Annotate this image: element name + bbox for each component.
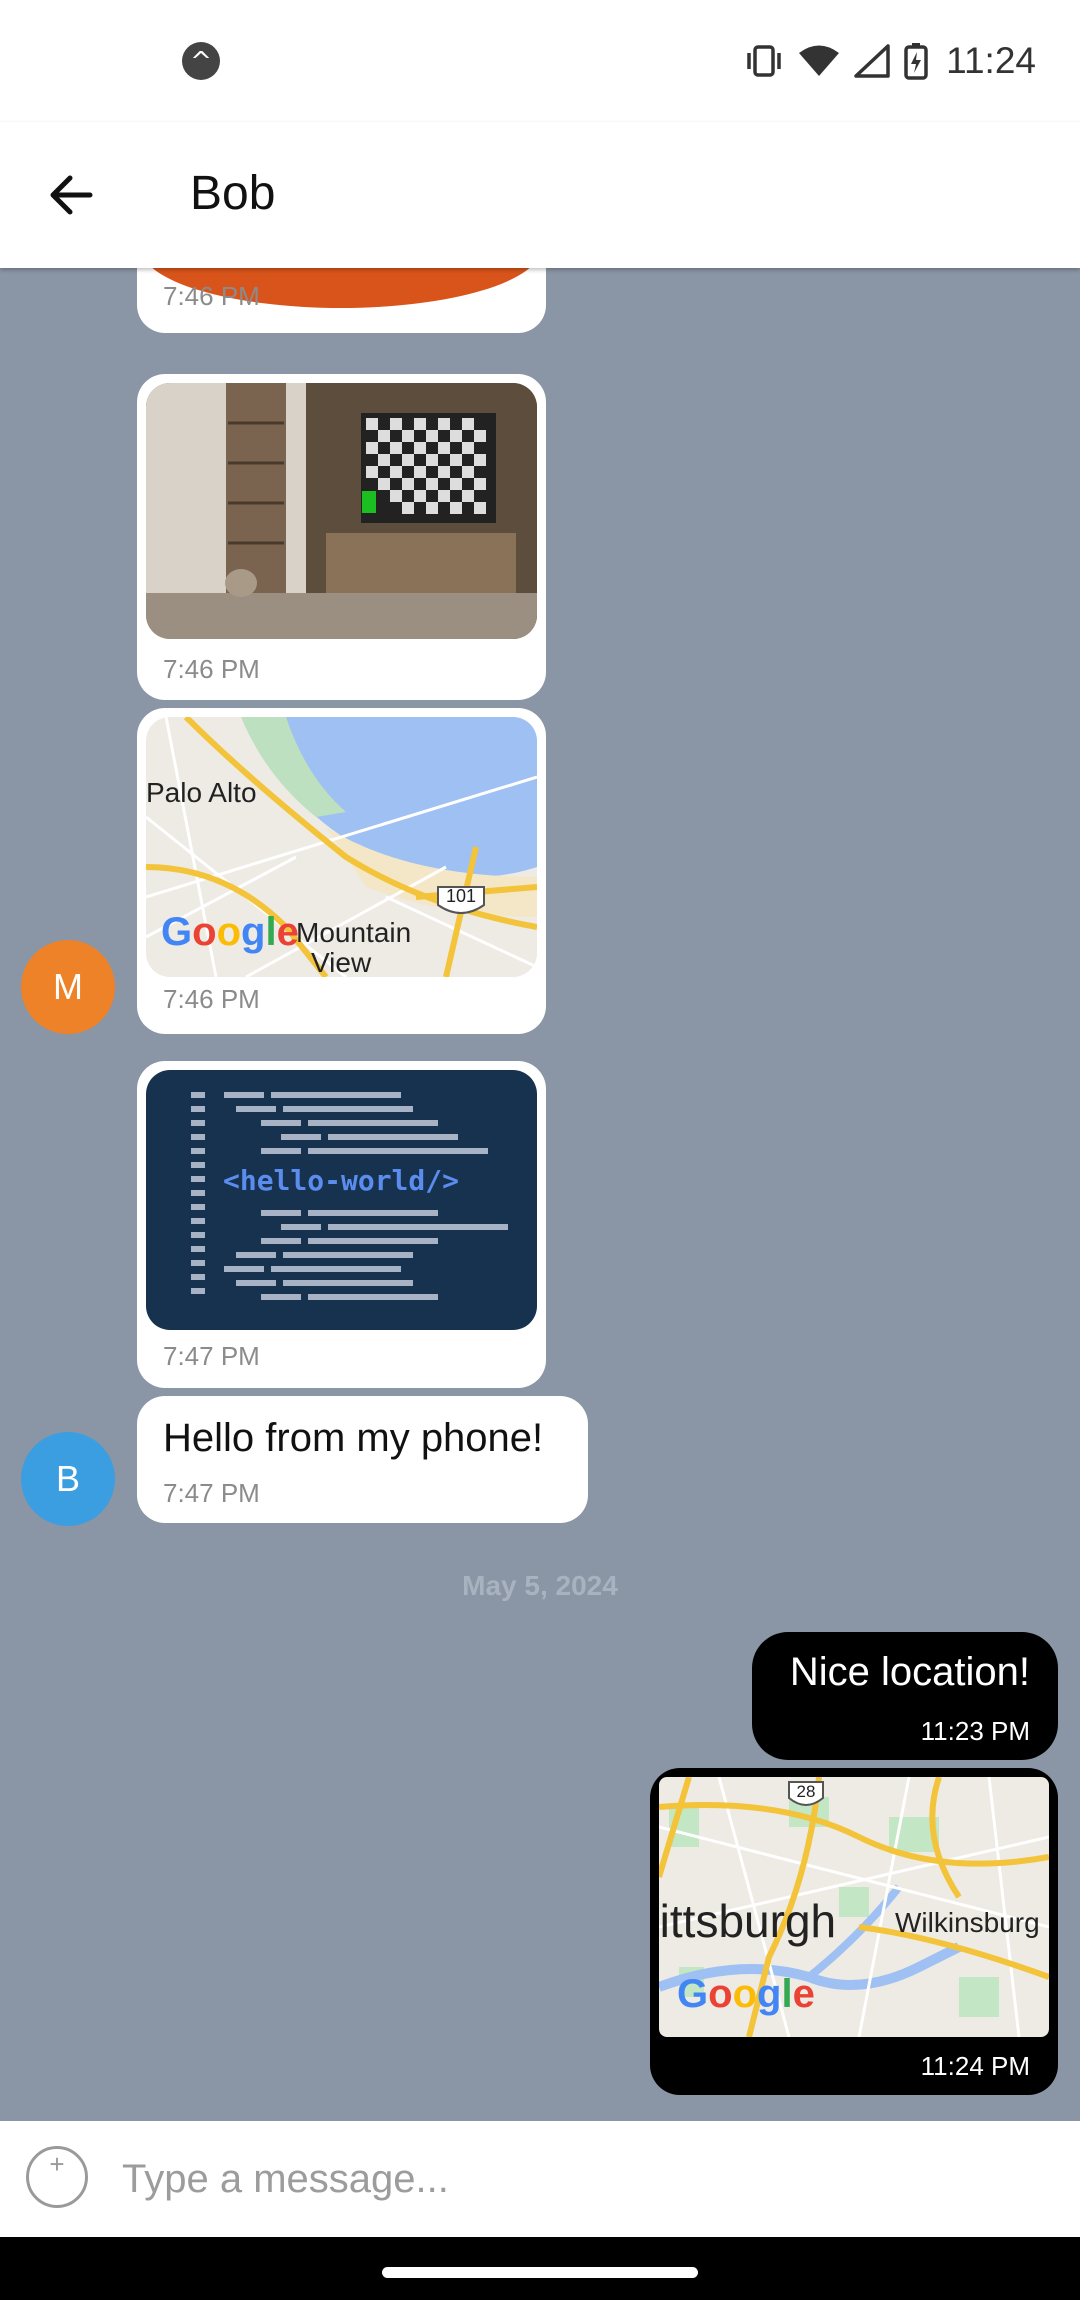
system-nav-bar [0,2237,1080,2300]
svg-text:Mountain: Mountain [296,917,411,948]
message-time: 7:47 PM [163,1478,260,1508]
vibrate-icon [747,45,781,77]
home-gesture-handle[interactable] [382,2267,698,2278]
svg-text:<hello-world/>: <hello-world/> [223,1164,459,1197]
message-time: 7:47 PM [163,1341,260,1371]
highway-shield: 28 [788,1781,824,1806]
svg-text:101: 101 [446,886,476,906]
message-list[interactable]: 7:46 PM 7:46 PM 101 Palo Alto Mountain V… [0,268,1080,2121]
message-input[interactable] [120,2143,1024,2215]
app-logo-icon: ^ [182,42,220,80]
composer-bar: + [0,2121,1080,2237]
map-preview[interactable]: 28 Pittsburgh Wilkinsburg Google [659,1777,1049,2037]
status-time: 11:24 [946,40,1036,81]
app-bar: Bob [0,122,1080,268]
message-time: 7:46 PM [163,984,260,1014]
message-text: Hello from my phone! [163,1416,544,1460]
arrow-left-icon [50,175,93,215]
chat-title: Bob [190,167,276,220]
message-bubble[interactable]: 7:46 PM [137,268,546,333]
highway-shield: 101 [437,886,485,914]
svg-text:28: 28 [797,1782,816,1801]
message-text: Nice location! [789,1650,1030,1694]
battery-charging-icon [904,43,928,80]
signal-icon [854,44,890,78]
wifi-icon [799,45,840,76]
message-bubble[interactable]: 101 Palo Alto Mountain View Google 7:46 … [137,708,546,1034]
message-time: 7:46 PM [163,281,260,311]
message-bubble[interactable]: 7:46 PM [137,374,546,700]
map-preview[interactable]: 101 Palo Alto Mountain View Google [146,717,537,977]
outgoing-bubble[interactable]: Nice location! 11:23 PM [752,1632,1058,1760]
svg-text:Google: Google [161,910,299,954]
plus-circle-icon[interactable]: + [26,2146,88,2208]
svg-text:View: View [311,947,372,977]
date-separator: May 5, 2024 [462,1570,618,1601]
svg-text:Pittsburgh: Pittsburgh [659,1895,836,1947]
status-bar: ^ 11:24 [0,0,1080,122]
svg-text:Google: Google [677,1972,815,2016]
outgoing-bubble[interactable]: 28 Pittsburgh Wilkinsburg Google 11:24 P… [650,1768,1058,2095]
code-image[interactable]: <hello-world/> [146,1070,537,1330]
avatar-b[interactable]: B [21,1432,115,1526]
message-time: 11:24 PM [920,2051,1030,2081]
back-button[interactable] [40,162,106,228]
message-bubble[interactable]: Hello from my phone! 7:47 PM [137,1396,588,1523]
room-tv-photo[interactable] [146,383,537,639]
svg-text:Wilkinsburg: Wilkinsburg [895,1907,1040,1938]
message-time: 7:46 PM [163,654,260,684]
avatar-m[interactable]: M [21,940,115,1034]
status-icons: 11:24 [744,36,1036,86]
svg-text:Palo Alto: Palo Alto [146,777,257,808]
message-bubble[interactable]: <hello-world/> 7:47 PM [137,1061,546,1388]
message-time: 11:23 PM [920,1716,1030,1746]
